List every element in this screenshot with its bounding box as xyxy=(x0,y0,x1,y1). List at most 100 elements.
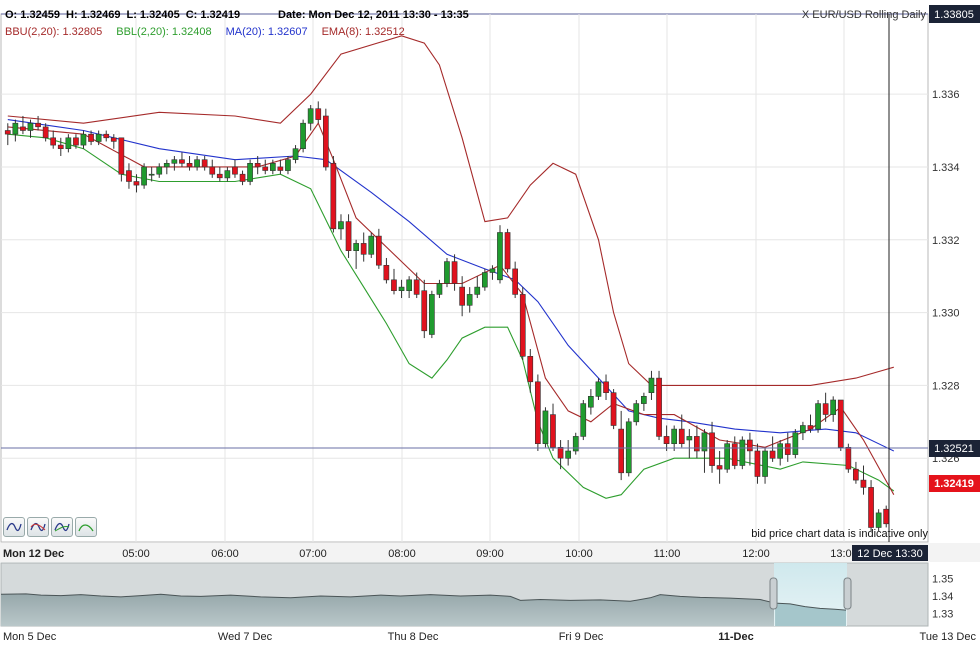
ma-style-icon xyxy=(54,522,70,532)
x-axis-label: 06:00 xyxy=(211,548,239,560)
candle-up xyxy=(171,159,178,164)
candle-up xyxy=(648,377,655,394)
candle-up xyxy=(565,450,571,459)
candle-down xyxy=(883,508,889,525)
candle-down xyxy=(179,159,185,164)
candle-down xyxy=(186,163,193,168)
candle-down xyxy=(822,403,829,415)
x-axis-label: 07:00 xyxy=(299,548,327,560)
candle-down xyxy=(519,294,526,357)
ohlc-item: H: 1.32469 xyxy=(66,9,120,21)
ema-style-icon xyxy=(78,524,94,532)
candle-up xyxy=(436,283,443,295)
x-axis-label: 12:00 xyxy=(742,548,770,560)
x-axis-label: 05:00 xyxy=(122,548,150,560)
y-tick-label: 1.336 xyxy=(932,89,960,101)
candle-down xyxy=(232,166,238,175)
candle-down xyxy=(504,232,511,270)
candle-down xyxy=(550,414,556,448)
candle-down xyxy=(4,130,11,135)
overview-right-handle[interactable] xyxy=(843,577,852,610)
candle-down xyxy=(603,381,609,393)
x-axis-label: 11:00 xyxy=(654,548,681,560)
candle-up xyxy=(269,163,276,171)
candle-down xyxy=(837,399,844,448)
candle-up xyxy=(762,450,768,477)
candle-down xyxy=(20,126,26,131)
instrument-name: X EUR/USD Rolling Daily xyxy=(802,9,927,21)
candle-down xyxy=(784,443,791,455)
y-axis-ticks: 1.3261.3281.3301.3321.3341.336 xyxy=(932,89,960,465)
main-plot-area xyxy=(0,13,929,543)
candle-down xyxy=(693,436,700,452)
y-tick-label: 1.330 xyxy=(932,308,960,320)
y-tick-label: 1.334 xyxy=(932,162,960,174)
overview-left-handle[interactable] xyxy=(769,577,778,610)
candle-down xyxy=(534,381,541,444)
candle-up xyxy=(95,133,102,142)
candle-up xyxy=(65,137,72,150)
candle-up xyxy=(830,399,836,415)
candle-down xyxy=(557,446,564,459)
candle-up xyxy=(792,432,799,455)
candle-down xyxy=(103,133,110,139)
candle-down xyxy=(277,166,284,171)
candle-up xyxy=(640,395,647,404)
ohlc-item: C: 1.32419 xyxy=(186,9,240,21)
overview-area xyxy=(1,593,846,626)
ma-style-button[interactable] xyxy=(51,517,73,537)
candle-down xyxy=(716,465,723,470)
ema-style-button[interactable] xyxy=(75,517,97,537)
overview-x-label: Mon 5 Dec xyxy=(3,631,57,643)
candle-up xyxy=(428,294,435,335)
y-tick-label: 1.332 xyxy=(932,235,960,247)
candle-down xyxy=(618,428,624,474)
candle-up xyxy=(368,235,375,255)
bollinger-style-button[interactable] xyxy=(27,517,49,537)
candle-down xyxy=(262,166,269,171)
candle-up xyxy=(686,436,693,441)
candle-down xyxy=(527,355,534,383)
candle-up xyxy=(572,436,579,452)
date-readout: Date: Mon Dec 12, 2011 13:30 - 13:35 xyxy=(278,9,469,21)
candle-up xyxy=(489,268,496,273)
candle-down xyxy=(254,163,261,168)
candle-down xyxy=(512,268,518,295)
candle-down xyxy=(42,126,49,139)
cursor-price-text: 1.32521 xyxy=(934,443,974,455)
y-tick-label: 1.328 xyxy=(932,380,960,392)
candle-up xyxy=(815,403,821,430)
candle-up xyxy=(580,403,587,437)
candle-up xyxy=(497,232,503,281)
candle-down xyxy=(413,279,420,295)
line-style-button[interactable] xyxy=(3,517,25,537)
candle-down xyxy=(663,436,670,444)
candle-up xyxy=(163,163,170,168)
candle-down xyxy=(360,243,367,255)
candle-down xyxy=(73,137,79,146)
candle-down xyxy=(852,468,859,481)
candle-up xyxy=(466,294,473,306)
candle-down xyxy=(133,181,140,186)
candle-up xyxy=(338,221,344,230)
candle-down xyxy=(459,286,466,306)
overview-x-label: 11-Dec xyxy=(718,631,753,643)
overview-x-labels: Mon 5 Dec Wed 7 Dec Thu 8 Dec Fri 9 Dec 11-D… xyxy=(3,631,976,643)
candle-down xyxy=(57,144,64,150)
candle-up xyxy=(444,261,450,284)
x-axis-label: 10:00 xyxy=(565,548,593,560)
candle-up xyxy=(406,279,413,291)
candle-down xyxy=(807,425,814,430)
candle-down xyxy=(610,392,617,426)
overview-x-label: Thu 8 Dec xyxy=(388,631,439,643)
chart-canvas[interactable]: 1.3261.3281.3301.3321.3341.336 O: 1.3245… xyxy=(0,0,980,647)
indicator-legend-item: MA(20): 1.32607 xyxy=(226,26,308,38)
candle-up xyxy=(300,122,306,149)
indicator-legend: BBU(2,20): 1.32805 BBL(2,20): 1.32408 MA(2… xyxy=(5,26,405,38)
overview-y-tick: 1.35 xyxy=(932,573,953,585)
candle-down xyxy=(110,137,117,142)
overview-y-tick: 1.34 xyxy=(932,591,953,603)
candle-down xyxy=(845,446,852,470)
candle-up xyxy=(481,272,488,288)
candle-up xyxy=(156,166,163,175)
